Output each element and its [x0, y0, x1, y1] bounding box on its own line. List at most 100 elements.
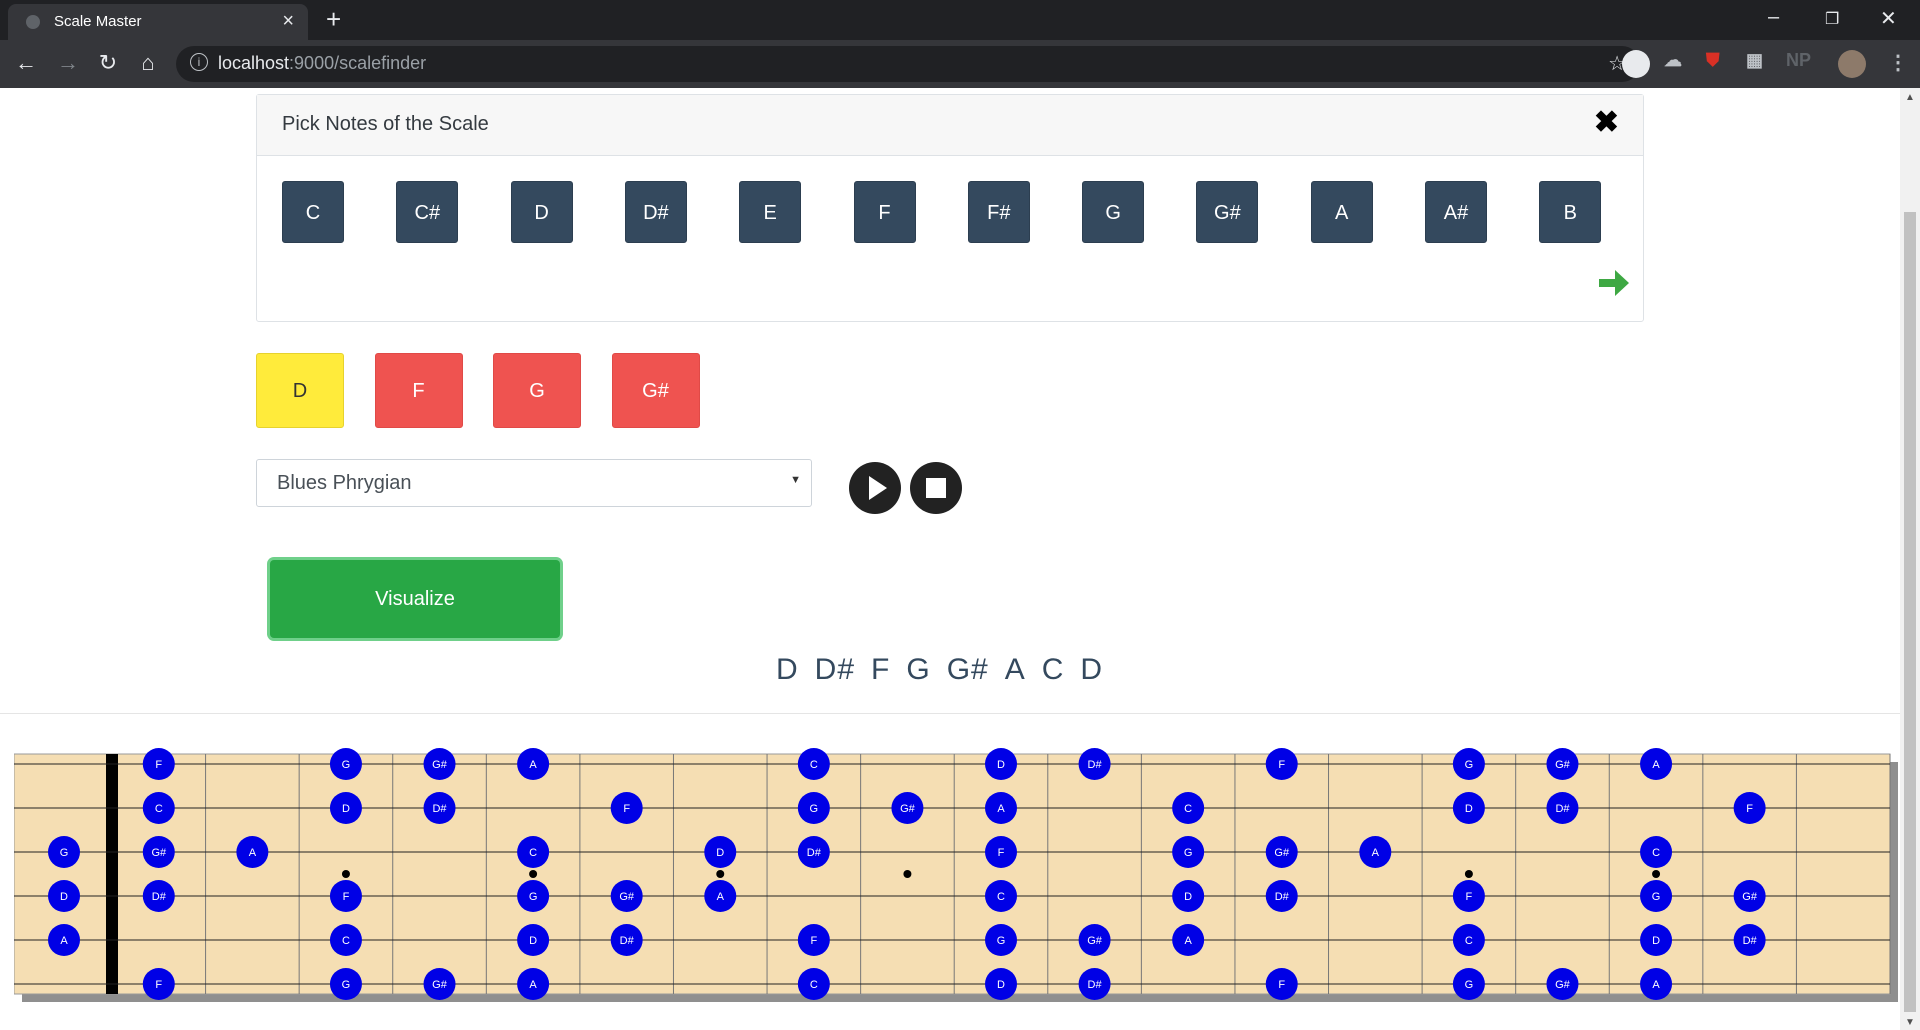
- forward-icon[interactable]: →: [54, 50, 82, 76]
- profile-avatar[interactable]: [1838, 50, 1866, 78]
- fretboard-note[interactable]: F: [1452, 880, 1485, 912]
- fretboard-note[interactable]: G#: [423, 968, 456, 1000]
- fretboard-note[interactable]: G: [329, 968, 362, 1000]
- page-scrollbar[interactable]: ▲ ▼: [1900, 88, 1920, 1030]
- selected-note-chip[interactable]: D: [256, 353, 344, 428]
- fretboard-note[interactable]: C: [1172, 792, 1205, 824]
- scroll-up-icon[interactable]: ▲: [1905, 92, 1915, 103]
- site-info-icon[interactable]: i: [190, 53, 208, 71]
- fretboard-note[interactable]: G#: [1546, 748, 1579, 780]
- fretboard-note[interactable]: A: [1640, 968, 1673, 1000]
- extension-cloud-icon[interactable]: ☁: [1664, 50, 1682, 71]
- fretboard-note[interactable]: C: [1452, 924, 1485, 956]
- fretboard-note[interactable]: A: [985, 792, 1017, 824]
- fretboard-note[interactable]: C: [517, 836, 550, 868]
- fretboard-note[interactable]: D: [1172, 880, 1205, 912]
- menu-kebab-icon[interactable]: ⋮: [1888, 50, 1908, 75]
- fretboard-note[interactable]: A: [1359, 836, 1392, 868]
- fretboard-note[interactable]: G: [48, 836, 80, 868]
- note-button[interactable]: G: [1082, 181, 1145, 243]
- fretboard-note[interactable]: G#: [1733, 880, 1766, 912]
- fretboard-note[interactable]: F: [329, 880, 362, 912]
- selected-note-chip[interactable]: F: [374, 353, 463, 428]
- close-icon[interactable]: ✖: [1594, 105, 1619, 140]
- fretboard-note[interactable]: G#: [423, 748, 456, 780]
- fretboard-note[interactable]: G#: [610, 880, 643, 912]
- fretboard-note[interactable]: F: [610, 792, 643, 824]
- fretboard-note[interactable]: C: [329, 924, 362, 956]
- fretboard-note[interactable]: G#: [1078, 924, 1111, 956]
- fretboard-note[interactable]: G: [1452, 748, 1485, 780]
- fretboard-note[interactable]: G#: [1546, 968, 1579, 1000]
- browser-tab[interactable]: Scale Master ×: [8, 4, 308, 40]
- note-button[interactable]: A#: [1425, 181, 1487, 243]
- home-icon[interactable]: ⌂: [134, 50, 162, 76]
- next-arrow-icon[interactable]: [1595, 265, 1631, 301]
- fretboard-note[interactable]: D#: [142, 880, 175, 912]
- fretboard-note[interactable]: D: [985, 968, 1017, 1000]
- fretboard-note[interactable]: A: [704, 880, 737, 912]
- fretboard-note[interactable]: D#: [1265, 880, 1298, 912]
- fretboard-note[interactable]: G#: [142, 836, 175, 868]
- minimize-icon[interactable]: –: [1768, 6, 1779, 29]
- tab-close-icon[interactable]: ×: [282, 10, 294, 33]
- note-button[interactable]: E: [739, 181, 802, 243]
- note-button[interactable]: D: [510, 181, 573, 243]
- fretboard-note[interactable]: A: [1640, 748, 1673, 780]
- fretboard-note[interactable]: D: [985, 748, 1017, 780]
- selected-note-chip[interactable]: G#: [611, 353, 700, 428]
- fretboard-note[interactable]: C: [797, 748, 830, 780]
- fretboard-note[interactable]: A: [236, 836, 269, 868]
- scrollbar-thumb[interactable]: [1904, 212, 1916, 1012]
- note-button[interactable]: F#: [967, 181, 1030, 243]
- fretboard-note[interactable]: C: [797, 968, 830, 1000]
- fretboard-note[interactable]: F: [985, 836, 1017, 868]
- fretboard-note[interactable]: D#: [423, 792, 456, 824]
- fretboard-note[interactable]: D: [48, 880, 80, 912]
- fretboard-note[interactable]: A: [1172, 924, 1205, 956]
- np-extension-icon[interactable]: NP: [1786, 50, 1811, 71]
- fretboard-note[interactable]: A: [517, 748, 550, 780]
- fretboard-note[interactable]: D: [517, 924, 550, 956]
- fretboard-note[interactable]: C: [985, 880, 1017, 912]
- address-bar[interactable]: i localhost:9000/scalefinder ☆: [176, 46, 1640, 82]
- fretboard-note[interactable]: D#: [610, 924, 643, 956]
- fretboard-note[interactable]: G#: [891, 792, 924, 824]
- extension-puzzle-icon[interactable]: [1622, 50, 1650, 78]
- stop-button[interactable]: [910, 462, 962, 514]
- reload-icon[interactable]: ↻: [94, 50, 122, 76]
- scale-type-select[interactable]: Blues Phrygian ▼: [256, 459, 812, 507]
- fretboard-note[interactable]: G: [797, 792, 830, 824]
- selected-note-chip[interactable]: G: [493, 353, 581, 428]
- note-button[interactable]: C#: [396, 181, 459, 243]
- fretboard-note[interactable]: G: [517, 880, 550, 912]
- note-button[interactable]: B: [1539, 181, 1602, 243]
- fretboard-note[interactable]: F: [797, 924, 830, 956]
- fretboard-note[interactable]: G: [985, 924, 1017, 956]
- fretboard-note[interactable]: F: [1265, 968, 1298, 1000]
- fretboard-note[interactable]: C: [142, 792, 175, 824]
- fretboard-note[interactable]: G: [1452, 968, 1485, 1000]
- fretboard-note[interactable]: D#: [797, 836, 830, 868]
- fretboard-note[interactable]: F: [1265, 748, 1298, 780]
- note-button[interactable]: A: [1310, 181, 1373, 243]
- fretboard-note[interactable]: A: [517, 968, 550, 1000]
- fretboard-note[interactable]: D#: [1078, 748, 1111, 780]
- window-close-icon[interactable]: ✕: [1880, 6, 1897, 31]
- fretboard-note[interactable]: G: [1640, 880, 1673, 912]
- fretboard-note[interactable]: F: [142, 968, 175, 1000]
- fretboard-note[interactable]: D: [704, 836, 737, 868]
- scroll-down-icon[interactable]: ▼: [1905, 1017, 1915, 1028]
- fretboard-note[interactable]: A: [48, 924, 80, 956]
- fretboard-note[interactable]: G#: [1265, 836, 1298, 868]
- visualize-button[interactable]: Visualize: [270, 560, 560, 638]
- note-button[interactable]: C: [282, 181, 344, 243]
- fretboard-note[interactable]: D: [1640, 924, 1673, 956]
- fretboard-note[interactable]: D: [329, 792, 362, 824]
- play-button[interactable]: [849, 462, 901, 514]
- fretboard-note[interactable]: G: [1172, 836, 1205, 868]
- fretboard-note[interactable]: F: [142, 748, 175, 780]
- fretboard-note[interactable]: D#: [1546, 792, 1579, 824]
- fretboard-note[interactable]: D#: [1733, 924, 1766, 956]
- back-icon[interactable]: ←: [12, 50, 40, 76]
